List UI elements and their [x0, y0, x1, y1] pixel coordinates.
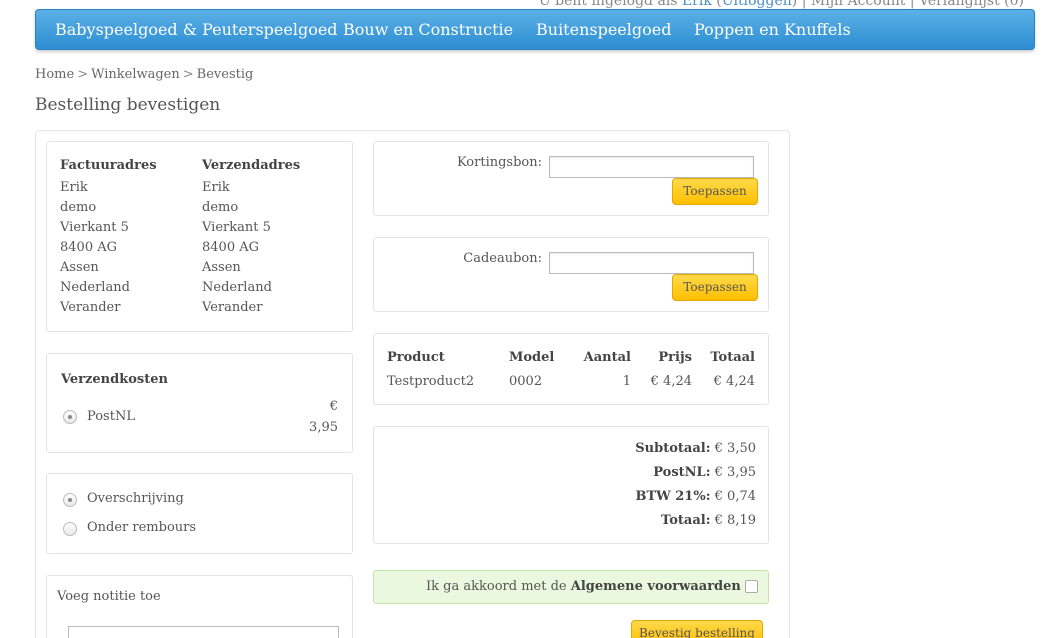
- shipping-cost-heading: Verzendkosten: [61, 372, 168, 387]
- voucher-apply-button[interactable]: Toepassen: [672, 274, 758, 301]
- coupon-box: Kortingsbon: Toepassen: [373, 141, 769, 216]
- main-nav: Babyspeelgoed & Peuterspeelgoed Bouw en …: [35, 9, 1035, 50]
- postnl-label: PostNL: [87, 409, 135, 424]
- payment-box: Overschrijving Onder rembours: [46, 473, 353, 554]
- shipping-change-link[interactable]: Verander: [202, 298, 300, 318]
- user-link[interactable]: Erik: [682, 0, 712, 9]
- breadcrumb-separator: >: [182, 67, 194, 82]
- breadcrumb-confirm[interactable]: Bevestig: [197, 67, 254, 82]
- nav-item-poppen[interactable]: Poppen en Knuffels: [694, 20, 851, 39]
- totals-row-vat: BTW 21%: € 0,74: [635, 489, 756, 504]
- shipping-address: Verzendadres Erik demo Vierkant 5 8400 A…: [202, 156, 300, 318]
- note-box: Voeg notitie toe: [46, 575, 353, 638]
- billing-line: 8400 AG: [60, 240, 117, 255]
- logout-link[interactable]: Uitloggen: [722, 0, 792, 9]
- breadcrumb-separator: >: [77, 67, 89, 82]
- nav-item-bouw[interactable]: Bouw en Constructie: [343, 20, 513, 39]
- cart-cell-total: € 4,24: [713, 374, 755, 389]
- cart-cell-model: 0002: [509, 374, 543, 389]
- totals-row-shipping: PostNL: € 3,95: [653, 465, 756, 480]
- cart-header-price: Prijs: [658, 350, 692, 365]
- billing-line: Erik: [60, 180, 88, 195]
- coupon-label: Kortingsbon:: [456, 155, 542, 170]
- totals-label: Totaal:: [661, 513, 711, 528]
- payment-label-cod: Onder rembours: [87, 520, 197, 535]
- note-textarea[interactable]: [68, 626, 339, 638]
- shipping-line: 8400 AG: [202, 240, 259, 255]
- billing-line: Assen: [60, 260, 99, 275]
- voucher-box: Cadeaubon: Toepassen: [373, 237, 769, 312]
- totals-value: € 0,74: [714, 489, 756, 504]
- totals-value: € 3,95: [714, 465, 756, 480]
- totals-label: PostNL:: [653, 465, 711, 480]
- divider: |: [909, 0, 915, 9]
- logged-in-text: U bent ingelogd als: [538, 0, 678, 9]
- account-bar: U bent ingelogd als Erik (Uitloggen) | M…: [539, 0, 1024, 9]
- shipping-line: Nederland: [202, 280, 272, 295]
- shipping-cost-box: Verzendkosten PostNL € 3,95: [46, 353, 353, 453]
- coupon-input[interactable]: [549, 156, 754, 178]
- terms-row: Ik ga akkoord met de Algemene voorwaarde…: [426, 579, 758, 594]
- shipping-currency: €: [329, 399, 338, 414]
- breadcrumb: Home > Winkelwagen > Bevestig: [35, 67, 253, 82]
- cart-header-model: Model: [509, 350, 555, 365]
- shipping-line: demo: [202, 200, 239, 215]
- billing-line: demo: [60, 200, 97, 215]
- billing-line: Vierkant 5: [60, 220, 129, 235]
- note-label: Voeg notitie toe: [57, 589, 161, 604]
- terms-text: Ik ga akkoord met de: [426, 579, 567, 594]
- payment-radio-cod[interactable]: [63, 522, 77, 536]
- billing-change-link[interactable]: Verander: [60, 298, 157, 318]
- cart-cell-product[interactable]: Testproduct2: [387, 374, 474, 389]
- breadcrumb-home[interactable]: Home: [35, 67, 74, 82]
- terms-agreement: Ik ga akkoord met de Algemene voorwaarde…: [373, 570, 769, 604]
- address-box: Factuuradres Erik demo Vierkant 5 8400 A…: [46, 141, 353, 332]
- confirm-order-button[interactable]: Bevestig bestelling: [631, 620, 763, 638]
- paren-close: ): [791, 0, 798, 9]
- cart-header-quantity: Aantal: [583, 350, 631, 365]
- totals-label: BTW 21%:: [635, 489, 711, 504]
- terms-link[interactable]: Algemene voorwaarden: [571, 579, 741, 594]
- cart-table: Product Model Aantal Prijs Totaal Testpr…: [373, 333, 769, 405]
- terms-checkbox[interactable]: [745, 580, 758, 593]
- shipping-line: Assen: [202, 260, 241, 275]
- voucher-label: Cadeaubon:: [463, 251, 542, 266]
- totals-value: € 3,50: [714, 441, 756, 456]
- coupon-apply-button[interactable]: Toepassen: [672, 178, 758, 205]
- shipping-line: Erik: [202, 180, 230, 195]
- billing-address: Factuuradres Erik demo Vierkant 5 8400 A…: [60, 156, 157, 318]
- totals-row-subtotal: Subtotaal: € 3,50: [635, 441, 756, 456]
- shipping-line: Vierkant 5: [202, 220, 271, 235]
- cart-header-total: Totaal: [710, 350, 755, 365]
- payment-radio-transfer[interactable]: [63, 493, 77, 507]
- payment-label-transfer: Overschrijving: [87, 491, 184, 506]
- divider: |: [801, 0, 807, 9]
- totals-value: € 8,19: [714, 513, 756, 528]
- totals-box: Subtotaal: € 3,50 PostNL: € 3,95 BTW 21%…: [373, 426, 769, 544]
- cart-cell-price: € 4,24: [650, 374, 692, 389]
- wishlist-link[interactable]: Verlanglijst (0): [919, 0, 1024, 9]
- breadcrumb-cart[interactable]: Winkelwagen: [91, 67, 180, 82]
- totals-row-total: Totaal: € 8,19: [661, 513, 756, 528]
- nav-item-babyspeelgoed[interactable]: Babyspeelgoed & Peuterspeelgoed: [55, 20, 338, 39]
- voucher-input[interactable]: [549, 252, 754, 274]
- totals-label: Subtotaal:: [635, 441, 711, 456]
- shipping-heading: Verzendadres: [202, 158, 301, 173]
- cart-header-product: Product: [387, 350, 445, 365]
- page-title: Bestelling bevestigen: [35, 95, 221, 115]
- billing-line: Nederland: [60, 280, 130, 295]
- nav-item-buitenspeelgoed[interactable]: Buitenspeelgoed: [536, 20, 671, 39]
- my-account-link[interactable]: Mijn Account: [811, 0, 906, 9]
- cart-cell-quantity: 1: [622, 374, 631, 389]
- shipping-price: 3,95: [309, 420, 338, 435]
- postnl-radio[interactable]: [63, 410, 77, 424]
- billing-heading: Factuuradres: [60, 158, 157, 173]
